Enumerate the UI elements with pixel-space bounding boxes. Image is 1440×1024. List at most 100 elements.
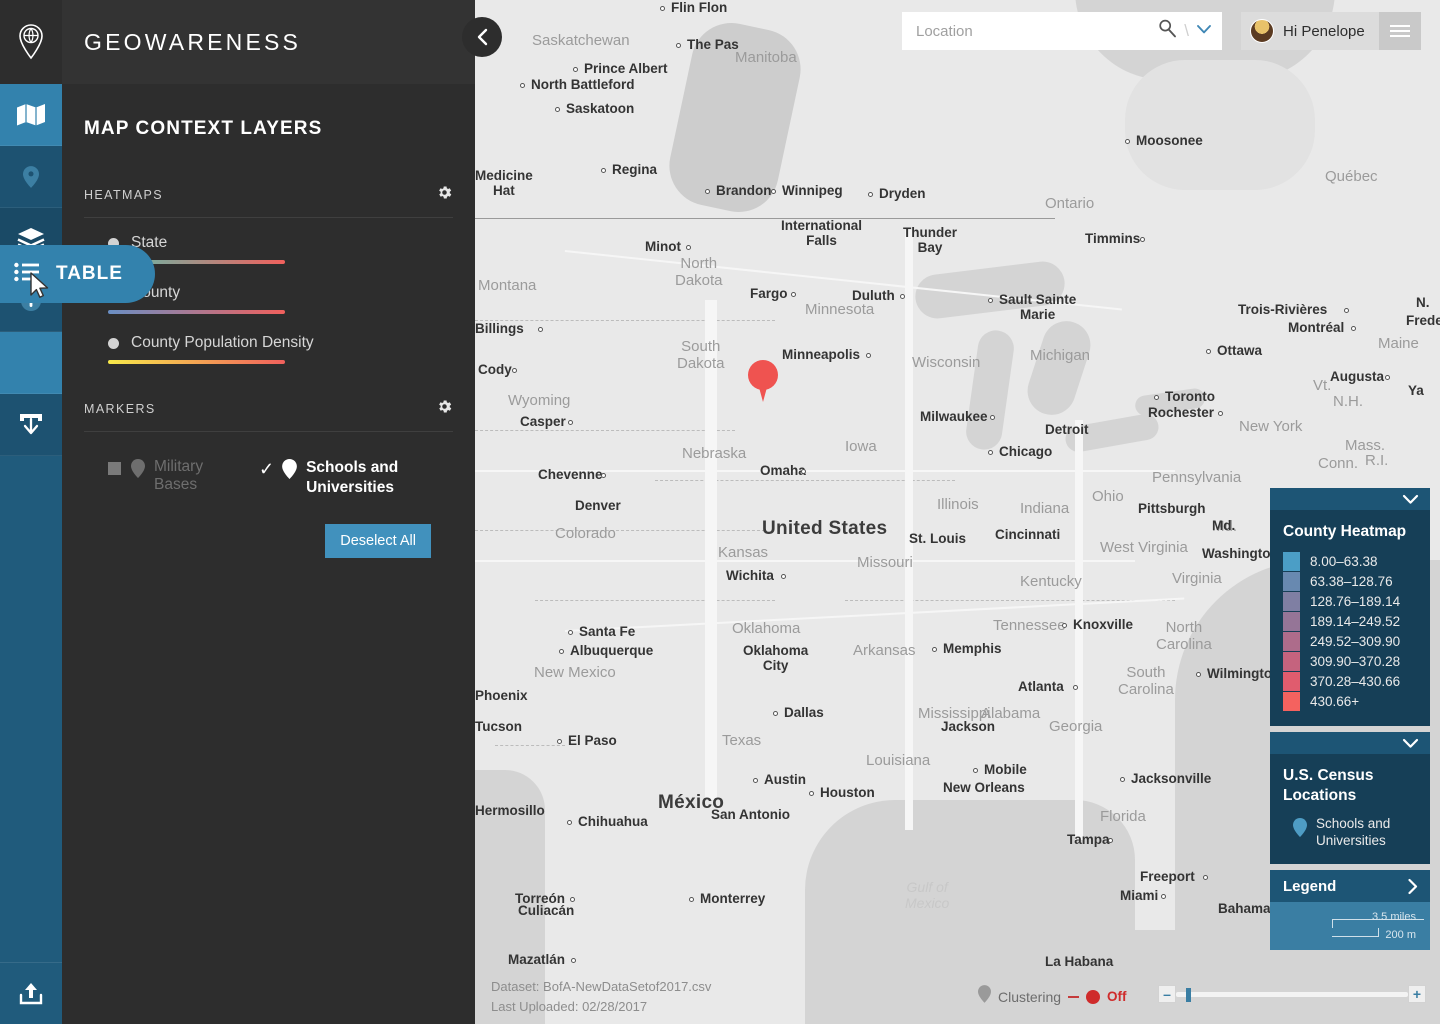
map-city-dot [1161,894,1166,899]
map-city-dot [989,415,995,420]
toggle-track [1068,995,1080,998]
checkbox-unchecked-icon[interactable] [108,462,121,475]
sidebar-item-map[interactable] [0,84,62,146]
map-city-label: Flin Flon [671,0,728,15]
heatmap-gradient-bar [108,360,285,364]
map-road-2 [475,560,1135,562]
map-road-1 [475,470,1175,472]
radio-dot-icon[interactable] [108,337,119,349]
county-heatmap-collapse[interactable] [1270,488,1430,510]
map-city-label: North Battleford [531,77,635,92]
collapse-panel-button[interactable] [462,17,502,57]
map-city-label: Dryden [879,186,926,201]
chevron-down-icon[interactable] [1196,22,1212,40]
heatmap-layer-label: County Population Density [131,334,314,351]
sidebar-item-upload[interactable] [0,962,62,1024]
map-city-dot [567,820,572,825]
zoom-track[interactable] [1176,987,1408,1002]
legend-color-swatch [1283,612,1300,632]
map-city-label: Fargo [750,286,788,301]
pin-icon [978,985,991,1008]
legend-color-swatch [1283,652,1300,672]
user-greeting: Hi Penelope [1283,22,1365,40]
chevron-right-icon [1408,878,1418,894]
legend-expand-row[interactable]: Legend [1270,870,1430,903]
heatmap-layer-row[interactable]: County Population Density [84,334,453,364]
map-city-label: El Paso [568,733,617,748]
map-city-label: Chihuahua [578,814,648,829]
app-logo[interactable] [0,0,62,84]
map-city-label: Regina [612,162,658,177]
legend-title: County Heatmap [1283,523,1407,540]
map-icon [17,103,45,125]
map-city-dot [801,469,806,474]
zoom-in-button[interactable]: + [1408,985,1426,1003]
legend-panel-stack: County Heatmap 8.00–63.38 63.38–128.76 128… [1270,488,1430,956]
zoom-out-button[interactable]: – [1158,985,1176,1003]
magnifier-icon[interactable] [1158,19,1177,43]
map-water-lake-ontario [1133,387,1207,417]
map-city-dot [1154,395,1159,400]
map-city-dot [932,647,937,652]
map-state-label: Maine [1378,335,1419,352]
markers-label: MARKERS [84,402,156,416]
map-city-label: Memphis [943,641,1002,656]
map-state-label: Texas [722,732,762,749]
map-zoom-slider[interactable]: – + [1158,985,1426,1003]
legend-entry: 430.66+ [1283,692,1417,712]
heatmap-layer-row[interactable]: State [84,234,453,264]
marker-item-schools-universities[interactable]: ✓ Schools and Universities [259,458,421,498]
map-state-label: New York [1239,418,1303,435]
page-title: MAP CONTEXT LAYERS [84,118,323,139]
map-road-5 [905,230,913,830]
clustering-toggle[interactable]: Clustering Off [978,985,1127,1008]
chevron-left-icon [477,28,487,46]
heatmaps-section: HEATMAPS State County County Population De… [84,184,453,364]
marker-item-military-bases[interactable]: Military Bases [84,458,259,494]
radio-dot-icon[interactable] [108,237,119,249]
legend-color-swatch [1283,632,1300,652]
map-city-dot [1217,411,1223,416]
map-city-dot [557,739,562,744]
checkmark-icon[interactable]: ✓ [259,460,274,478]
download-icon [20,413,42,434]
gear-icon[interactable] [436,398,453,420]
search-input[interactable] [902,22,1159,40]
heatmap-layer-row[interactable]: County [84,284,453,314]
map-shade-manitoba-lakes [661,15,809,220]
markers-grid: Military Bases ✓ Schools and Universitie… [84,432,453,498]
map-city-label: Augusta [1330,369,1384,384]
uploaded-line: Last Uploaded: 02/28/2017 [491,997,711,1017]
gear-icon[interactable] [436,184,453,206]
map-city-dot [601,168,606,173]
sidebar-item-download[interactable] [0,394,62,456]
map-road-4 [705,300,717,800]
sidebar-item-table[interactable] [0,332,62,394]
legend-marker-entry: Schools and Universities [1283,816,1417,850]
map-state-label: R.I. [1365,452,1389,469]
deselect-all-button[interactable]: Deselect All [325,524,431,559]
user-profile-button[interactable]: Hi Penelope [1241,12,1379,50]
map-city-label: Ottawa [1217,343,1263,358]
sidebar-item-layers[interactable] [0,208,62,270]
zoom-handle[interactable] [1186,987,1191,1002]
map-city-label: St. Louis [909,531,966,546]
dataset-line: Dataset: BofA-NewDataSetof2017.csv [491,977,711,997]
census-legend-body: U.S. Census Locations Schools and Univer… [1270,754,1430,864]
radio-dot-icon[interactable] [108,287,119,299]
location-search[interactable]: \ [902,12,1222,50]
sidebar-item-info[interactable] [0,270,62,332]
map-city-dot [1202,875,1208,880]
legend-range-label: 8.00–63.38 [1310,554,1378,570]
map-pin-globe-icon [19,24,43,60]
hamburger-icon[interactable] [1378,12,1421,50]
toggle-knob[interactable] [1086,989,1101,1004]
map-city-label: Dallas [784,705,824,720]
map-city-label: Duluth [852,288,895,303]
geowareness-app: United States México Saskatchewan Manitoba O… [0,0,1440,1024]
sidebar-item-markers[interactable] [0,146,62,208]
legend-range-label: 63.38–128.76 [1310,574,1393,590]
map-city-dot [1125,139,1130,144]
map-pin-marker[interactable] [748,360,778,402]
census-legend-collapse[interactable] [1270,732,1430,755]
